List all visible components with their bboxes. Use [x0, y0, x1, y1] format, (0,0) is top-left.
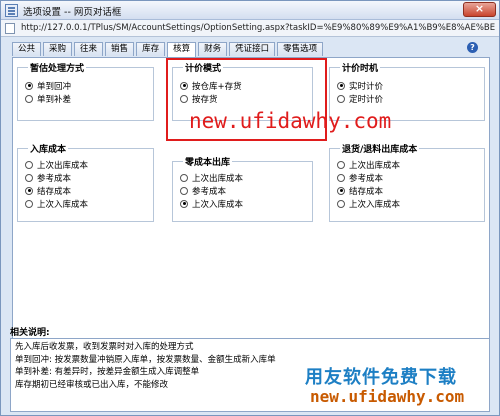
window-title: 选项设置 -- 网页对话框: [23, 7, 122, 18]
tab-voucher-interface[interactable]: 凭证接口: [229, 42, 276, 56]
radio-button[interactable]: [337, 199, 345, 208]
costing-panel: 暂估处理方式 单到回冲 单到补差 计价模式 按仓库+存货 按存货 计价时机 实时…: [12, 57, 490, 343]
dialog-window: 选项设置 -- 网页对话框 × http://127.0.0.1/TPlus/S…: [0, 0, 500, 416]
radio-option[interactable]: 参考成本: [337, 171, 484, 184]
radio-option[interactable]: 单到回冲: [25, 79, 153, 92]
page-icon: [5, 23, 15, 34]
radio-button[interactable]: [337, 160, 345, 169]
radio-option[interactable]: 上次出库成本: [180, 171, 312, 184]
radio-label: 参考成本: [349, 173, 384, 184]
radio-option[interactable]: 定时计价: [337, 92, 484, 105]
radio-option[interactable]: 上次入库成本: [337, 197, 484, 210]
radio-button[interactable]: [25, 186, 33, 195]
dialog-content: 公共 采购 往来 销售 库存 核算 财务 凭证接口 零售选项 ? 暂估处理方式 …: [2, 38, 498, 415]
watermark-brand-url: new.ufidawhy.com: [310, 387, 465, 406]
radio-option[interactable]: 实时计价: [337, 79, 484, 92]
radio-button[interactable]: [180, 186, 188, 195]
radio-label: 单到补差: [37, 94, 72, 105]
radio-option[interactable]: 上次入库成本: [180, 197, 312, 210]
radio-button[interactable]: [25, 94, 33, 103]
tab-public[interactable]: 公共: [12, 42, 42, 56]
radio-option[interactable]: 上次出库成本: [337, 158, 484, 171]
radio-label: 实时计价: [349, 81, 384, 92]
radio-option[interactable]: 结存成本: [25, 184, 153, 197]
tab-purchase[interactable]: 采购: [43, 42, 73, 56]
explanation-title: 相关说明:: [10, 328, 50, 338]
radio-button[interactable]: [180, 173, 188, 182]
radio-label: 上次入库成本: [37, 199, 89, 210]
tab-costing[interactable]: 核算: [167, 42, 197, 57]
radio-option[interactable]: 参考成本: [180, 184, 312, 197]
group-return-cost: 退货/退料出库成本 上次出库成本 参考成本 结存成本 上次入库成本: [329, 142, 485, 222]
group-return-cost-legend: 退货/退料出库成本: [342, 145, 418, 155]
radio-label: 上次入库成本: [192, 199, 244, 210]
radio-button[interactable]: [337, 94, 345, 103]
radio-option[interactable]: 单到补差: [25, 92, 153, 105]
group-estimate: 暂估处理方式 单到回冲 单到补差: [17, 61, 154, 121]
radio-button[interactable]: [25, 81, 33, 90]
radio-label: 结存成本: [349, 186, 384, 197]
tab-accounts[interactable]: 往来: [74, 42, 104, 56]
close-button[interactable]: ×: [463, 2, 496, 17]
help-icon[interactable]: ?: [467, 42, 478, 53]
radio-label: 上次出库成本: [37, 160, 89, 171]
radio-option[interactable]: 上次出库成本: [25, 158, 153, 171]
radio-button[interactable]: [337, 186, 345, 195]
radio-button[interactable]: [337, 81, 345, 90]
radio-option[interactable]: 参考成本: [25, 171, 153, 184]
radio-button[interactable]: [25, 160, 33, 169]
tab-sales[interactable]: 销售: [105, 42, 135, 56]
radio-label: 上次出库成本: [192, 173, 244, 184]
address-url: http://127.0.0.1/TPlus/SM/AccountSetting…: [21, 23, 495, 33]
radio-label: 参考成本: [192, 186, 227, 197]
radio-button[interactable]: [25, 199, 33, 208]
watermark-url-red: new.ufidawhy.com: [189, 109, 392, 133]
radio-label: 上次出库成本: [349, 160, 401, 171]
tab-retail-options[interactable]: 零售选项: [277, 42, 324, 56]
dialog-app-icon: [5, 4, 18, 17]
radio-option[interactable]: 上次入库成本: [25, 197, 153, 210]
explanation-line: 先入库后收发票，收到发票时对入库的处理方式: [15, 342, 194, 352]
radio-button[interactable]: [25, 173, 33, 182]
group-inbound-cost: 入库成本 上次出库成本 参考成本 结存成本 上次入库成本: [17, 142, 154, 222]
radio-label: 定时计价: [349, 94, 384, 105]
radio-label: 单到回冲: [37, 81, 72, 92]
tab-strip: 公共 采购 往来 销售 库存 核算 财务 凭证接口 零售选项: [12, 42, 325, 57]
radio-label: 上次入库成本: [349, 199, 401, 210]
watermark-brand-chinese: 用友软件免费下载: [305, 367, 457, 388]
address-bar: http://127.0.0.1/TPlus/SM/AccountSetting…: [1, 20, 499, 37]
radio-label: 结存成本: [37, 186, 72, 197]
tab-inventory[interactable]: 库存: [136, 42, 166, 56]
radio-button[interactable]: [180, 199, 188, 208]
radio-label: 参考成本: [37, 173, 72, 184]
group-zero-outbound: 零成本出库 上次出库成本 参考成本 上次入库成本: [172, 155, 313, 222]
radio-button[interactable]: [337, 173, 345, 182]
tab-finance[interactable]: 财务: [198, 42, 228, 56]
title-bar: 选项设置 -- 网页对话框 ×: [1, 1, 499, 20]
radio-option[interactable]: 结存成本: [337, 184, 484, 197]
group-pricing-time-legend: 计价时机: [342, 64, 379, 74]
group-inbound-cost-legend: 入库成本: [30, 145, 67, 155]
group-zero-outbound-legend: 零成本出库: [185, 158, 231, 168]
group-estimate-legend: 暂估处理方式: [30, 64, 85, 74]
